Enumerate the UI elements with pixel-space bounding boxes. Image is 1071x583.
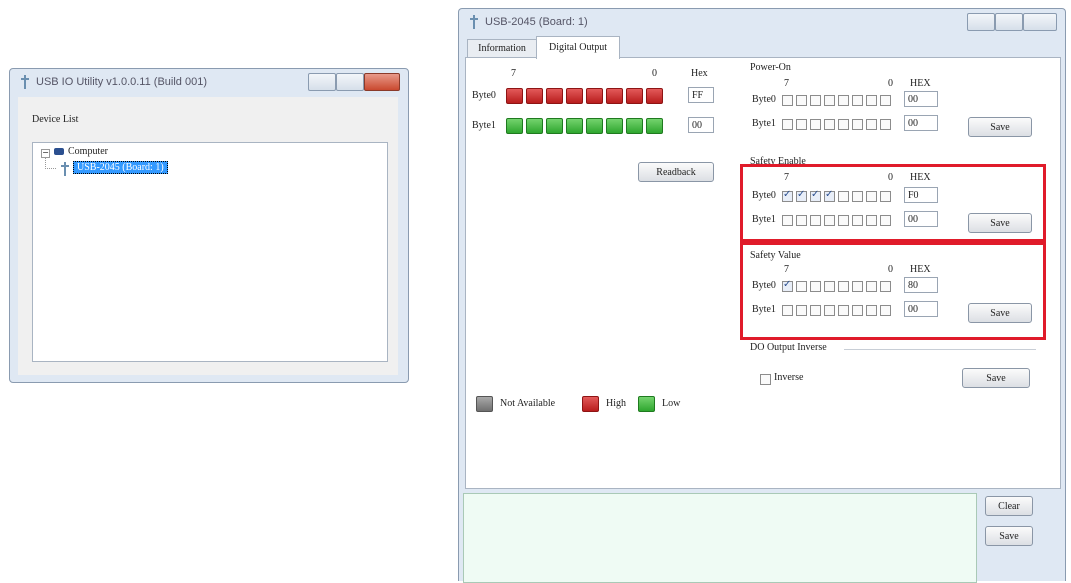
client-area: Device List − Computer USB-2045 (Board: … [18,97,398,375]
tab-information[interactable]: Information [467,39,537,58]
power-on-byte1-bit7-checkbox[interactable] [782,119,793,130]
power-on-byte0-bit2-checkbox[interactable] [852,95,863,106]
usb-device-icon [60,162,70,176]
legend-low-swatch [638,396,655,412]
collapse-icon[interactable]: − [41,149,50,158]
do-inverse-save-button[interactable]: Save [962,368,1030,388]
device-list-label: Device List [32,114,79,125]
legend-low-label: Low [662,398,681,409]
tab-digital-output[interactable]: Digital Output [536,36,620,59]
power-on-hex-header: HEX [910,78,931,89]
byte1-hex-field[interactable]: 00 [688,117,714,133]
title-bar[interactable]: USB-2045 (Board: 1) [459,9,1065,35]
byte0-led-bit7[interactable] [506,88,523,104]
log-save-button[interactable]: Save [985,526,1033,546]
title-bar[interactable]: USB IO Utility v1.0.0.11 (Build 001) [10,69,408,95]
power-on-byte1-checkboxes [782,119,902,131]
legend-high-swatch [582,396,599,412]
byte0-leds [506,88,666,104]
byte0-hex-field[interactable]: FF [688,87,714,103]
byte0-led-bit5[interactable] [546,88,563,104]
tree-root-computer[interactable]: Computer [68,146,108,157]
minimize-button[interactable] [967,13,995,31]
tree-connector [45,158,56,169]
byte1-label: Byte1 [472,120,496,131]
byte0-led-bit2[interactable] [606,88,623,104]
power-on-byte1-bit6-checkbox[interactable] [796,119,807,130]
window-title: USB-2045 (Board: 1) [485,16,588,28]
power-on-title: Power-On [750,62,791,73]
power-on-byte1-bit4-checkbox[interactable] [824,119,835,130]
tab-information-label: Information [478,43,526,54]
inverse-checkbox[interactable] [760,374,771,385]
byte1-led-bit7[interactable] [506,118,523,134]
bit0-label: 0 [652,68,657,79]
power-on-byte0-bit0-checkbox[interactable] [880,95,891,106]
tree-item-usb-2045[interactable]: USB-2045 (Board: 1) [73,161,168,174]
byte1-led-bit4[interactable] [566,118,583,134]
device-tree[interactable]: − Computer USB-2045 (Board: 1) [32,142,388,362]
maximize-button[interactable] [336,73,364,91]
power-on-byte1-bit3-checkbox[interactable] [838,119,849,130]
legend-high-label: High [606,398,626,409]
close-button[interactable] [1023,13,1057,31]
window-title: USB IO Utility v1.0.0.11 (Build 001) [36,76,207,88]
power-on-byte0-bit3-checkbox[interactable] [838,95,849,106]
byte1-led-bit5[interactable] [546,118,563,134]
power-on-byte1-bit5-checkbox[interactable] [810,119,821,130]
do-inverse-group: DO Output Inverse Inverse Save [744,340,1040,400]
byte0-label: Byte0 [472,90,496,101]
byte1-leds [506,118,666,134]
byte1-led-bit0[interactable] [646,118,663,134]
power-on-byte1-bit2-checkbox[interactable] [852,119,863,130]
power-on-byte0-bit4-checkbox[interactable] [824,95,835,106]
power-on-byte1-bit0-checkbox[interactable] [880,119,891,130]
byte1-led-bit6[interactable] [526,118,543,134]
power-on-byte0-checkboxes [782,95,902,107]
power-on-group: Power-On 7 0 HEX Byte0 00 Byte1 00 Save [744,60,1040,146]
byte1-led-bit1[interactable] [626,118,643,134]
power-on-byte0-bit6-checkbox[interactable] [796,95,807,106]
power-on-byte0-label: Byte0 [752,94,776,105]
byte0-led-bit3[interactable] [586,88,603,104]
byte1-led-bit3[interactable] [586,118,603,134]
byte1-led-bit2[interactable] [606,118,623,134]
bit7-label: 7 [511,68,516,79]
do-inverse-divider [844,349,1036,350]
computer-icon [54,148,64,155]
power-on-byte0-bit7-checkbox[interactable] [782,95,793,106]
byte0-led-bit0[interactable] [646,88,663,104]
usb-icon [20,75,30,89]
safety-enable-highlight-box [740,164,1046,242]
power-on-byte0-bit5-checkbox[interactable] [810,95,821,106]
byte0-led-bit6[interactable] [526,88,543,104]
close-button[interactable] [364,73,400,91]
inverse-label: Inverse [774,372,804,383]
power-on-byte0-bit1-checkbox[interactable] [866,95,877,106]
byte0-led-bit4[interactable] [566,88,583,104]
power-on-bit7-label: 7 [784,78,789,89]
legend-not-available-swatch [476,396,493,412]
hex-header: Hex [691,68,708,79]
legend-not-available-label: Not Available [500,398,556,409]
power-on-save-button[interactable]: Save [968,117,1032,137]
tab-digital-output-label: Digital Output [548,42,608,53]
power-on-bit0-label: 0 [888,78,893,89]
power-on-byte1-label: Byte1 [752,118,776,129]
power-on-byte1-hex-field[interactable]: 00 [904,115,938,131]
byte0-led-bit1[interactable] [626,88,643,104]
usb-icon [469,15,479,29]
power-on-byte1-bit1-checkbox[interactable] [866,119,877,130]
usb-io-utility-window: USB IO Utility v1.0.0.11 (Build 001) Dev… [9,68,409,383]
minimize-button[interactable] [308,73,336,91]
readback-button[interactable]: Readback [638,162,714,182]
log-output-area[interactable] [463,493,977,583]
maximize-button[interactable] [995,13,1023,31]
safety-value-highlight-box [740,242,1046,340]
clear-button[interactable]: Clear [985,496,1033,516]
do-inverse-title: DO Output Inverse [750,342,827,353]
power-on-byte0-hex-field[interactable]: 00 [904,91,938,107]
